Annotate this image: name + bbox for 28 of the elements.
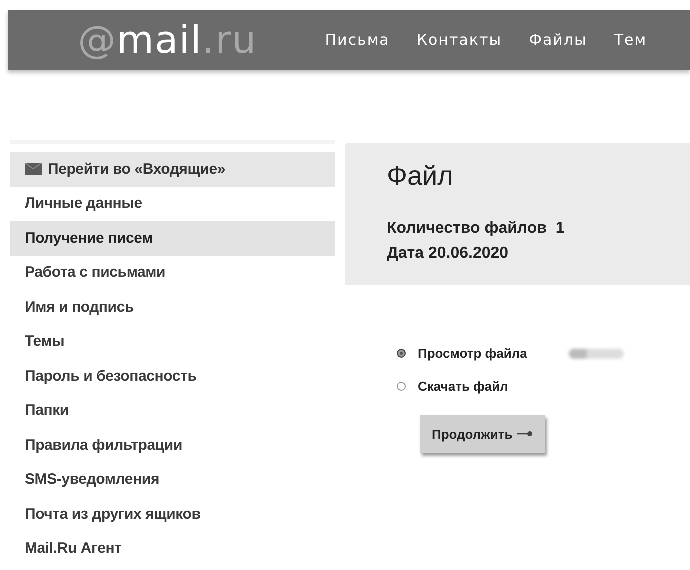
radio-label[interactable]: Скачать файл bbox=[418, 379, 508, 394]
file-info: Количество файлов 1 bbox=[387, 219, 566, 239]
radio-label[interactable]: Просмотр файла bbox=[418, 346, 528, 361]
panel-title: Файл bbox=[387, 161, 454, 192]
sidebar-item[interactable]: Получение писем bbox=[10, 221, 335, 256]
envelope-icon bbox=[25, 163, 42, 176]
nav-link[interactable]: Файлы bbox=[529, 31, 588, 49]
sidebar-item[interactable]: Работа с письмами bbox=[10, 256, 335, 290]
arrow-icon bbox=[516, 431, 533, 437]
continue-button[interactable]: Продолжить bbox=[420, 415, 545, 453]
sidebar-item[interactable]: Пароль и безопасность bbox=[10, 359, 335, 394]
sidebar-item[interactable]: Правила фильтрации bbox=[10, 428, 335, 462]
nav-link[interactable]: Контакты bbox=[416, 31, 502, 49]
sidebar-item[interactable]: Личные данные bbox=[10, 186, 335, 221]
sidebar-item[interactable]: SMS-уведомления bbox=[10, 462, 335, 497]
sidebar-item[interactable]: Перейти во «Входящие» bbox=[10, 152, 335, 186]
file-info: Дата 20.06.2020 bbox=[387, 244, 510, 264]
nav-link[interactable]: Тем bbox=[614, 31, 648, 49]
sidebar-item[interactable]: Папки bbox=[10, 394, 335, 428]
radio-button[interactable] bbox=[397, 349, 406, 358]
sidebar-item[interactable]: Темы bbox=[10, 324, 335, 359]
sidebar-item[interactable]: Имя и подпись bbox=[10, 290, 335, 324]
mail-logo[interactable]: @mail.ru bbox=[78, 21, 258, 59]
sidebar-item[interactable]: Mail.Ru Агент bbox=[10, 532, 335, 566]
nav-link[interactable]: Письма bbox=[325, 31, 390, 49]
sidebar-item-label: Перейти во «Входящие» bbox=[48, 160, 226, 178]
sidebar-item[interactable]: Почта из других ящиков bbox=[10, 497, 335, 532]
radio-button[interactable] bbox=[397, 382, 406, 391]
